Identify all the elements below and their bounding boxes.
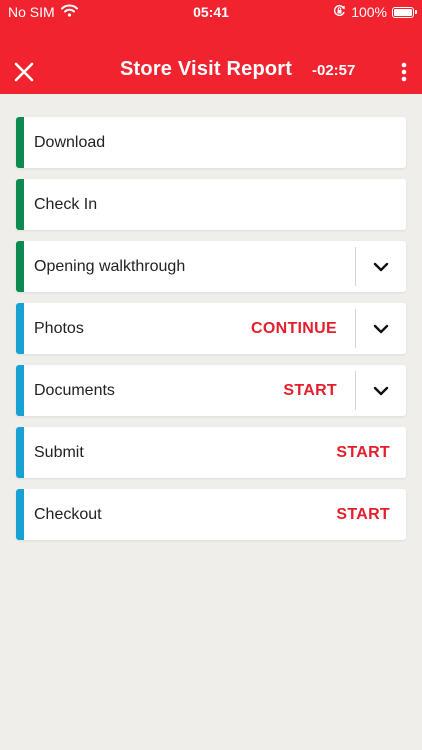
- task-item-checkout[interactable]: Checkout START: [16, 489, 406, 540]
- chevron-down-icon[interactable]: [368, 316, 394, 342]
- divider: [355, 247, 356, 286]
- battery-percent: 100%: [351, 4, 387, 20]
- status-bar: No SIM 05:41 100%: [0, 0, 422, 26]
- status-stripe: [16, 241, 24, 292]
- status-stripe: [16, 179, 24, 230]
- close-button[interactable]: [12, 60, 36, 84]
- status-stripe: [16, 427, 24, 478]
- continue-button[interactable]: CONTINUE: [251, 303, 337, 354]
- timer-label: -02:57: [312, 62, 356, 79]
- task-item-documents[interactable]: Documents START: [16, 365, 406, 416]
- more-vertical-icon[interactable]: [392, 60, 416, 84]
- close-icon[interactable]: [12, 60, 36, 84]
- start-button[interactable]: START: [283, 365, 337, 416]
- app-header: No SIM 05:41 100% Store Visit Report -02…: [0, 0, 422, 94]
- task-item-submit[interactable]: Submit START: [16, 427, 406, 478]
- chevron-down-icon[interactable]: [368, 378, 394, 404]
- status-stripe: [16, 489, 24, 540]
- task-label: Check In: [34, 196, 98, 213]
- status-stripe: [16, 117, 24, 168]
- task-label: Download: [34, 134, 106, 151]
- chevron-down-icon[interactable]: [368, 254, 394, 280]
- divider: [355, 309, 356, 348]
- task-label: Documents: [34, 382, 115, 399]
- start-button[interactable]: START: [336, 427, 390, 478]
- status-right: 100%: [333, 4, 417, 20]
- battery-level: [394, 8, 412, 16]
- task-label: Photos: [34, 320, 84, 337]
- start-button[interactable]: START: [336, 489, 390, 540]
- task-list: Download Check In Opening walkthrough Ph…: [16, 117, 406, 551]
- task-label: Opening walkthrough: [34, 258, 186, 275]
- task-item-download[interactable]: Download: [16, 117, 406, 168]
- page-title: Store Visit Report: [120, 58, 293, 80]
- divider: [355, 371, 356, 410]
- orientation-lock-icon: [333, 4, 346, 20]
- task-item-check-in[interactable]: Check In: [16, 179, 406, 230]
- status-stripe: [16, 303, 24, 354]
- task-item-photos[interactable]: Photos CONTINUE: [16, 303, 406, 354]
- battery-icon: [392, 6, 417, 18]
- task-label: Submit: [34, 444, 84, 461]
- task-label: Checkout: [34, 506, 102, 523]
- task-item-opening-walkthrough[interactable]: Opening walkthrough: [16, 241, 406, 292]
- more-menu-button[interactable]: [392, 60, 416, 84]
- status-stripe: [16, 365, 24, 416]
